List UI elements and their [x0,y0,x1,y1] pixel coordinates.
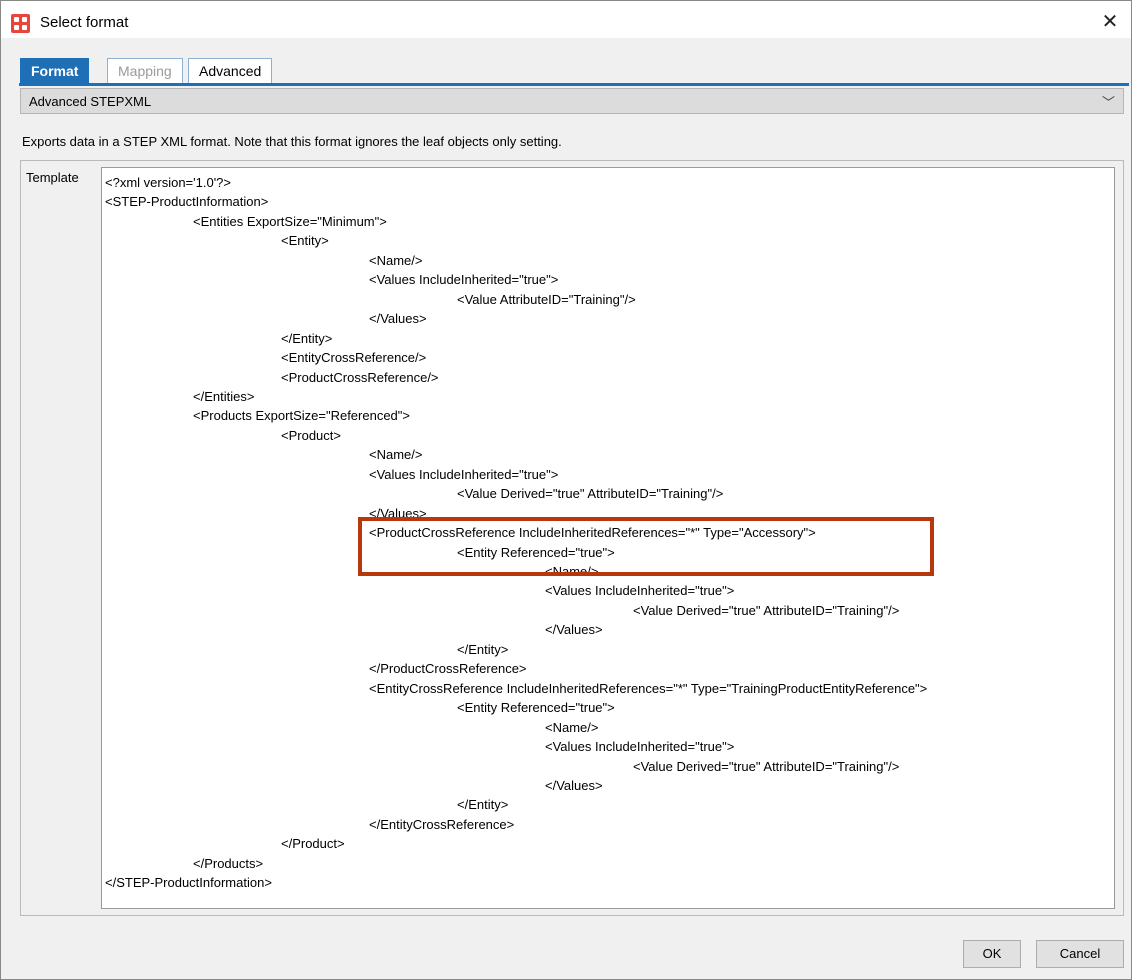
template-line: <Value Derived="true" AttributeID="Train… [633,602,900,618]
app-icon [11,14,30,33]
tab-format[interactable]: Format [20,58,90,83]
template-line: </Values> [545,777,603,793]
title-bar: Select format ✕ [0,0,1132,38]
template-line: <Product> [281,427,341,443]
template-line: <EntityCrossReference/> [281,350,427,366]
template-line: <Name/> [545,564,599,579]
template-line: <Name/> [369,447,423,463]
template-line: <?xml version='1.0'?> [105,175,232,190]
template-line: <Values IncludeInherited="true"> [545,739,735,755]
template-line: </Entities> [193,388,255,404]
template-line: <ProductCrossReference IncludeInheritedR… [369,525,816,541]
template-line: </Values> [545,622,603,638]
close-icon[interactable]: ✕ [1098,10,1122,34]
format-select[interactable]: Advanced STEPXML ﹀ [20,88,1124,114]
template-line: <Products ExportSize="Referenced"> [193,408,410,424]
template-line: <Value Derived="true" AttributeID="Train… [633,758,900,774]
template-line: </ProductCrossReference> [369,661,527,677]
template-line: <Name/> [545,719,599,735]
tab-mapping[interactable]: Mapping [107,58,183,83]
tab-underline [19,83,1129,86]
template-line: <Value Derived="true" AttributeID="Train… [457,486,724,502]
template-line: <Name/> [369,252,423,268]
template-line: <Entity Referenced="true"> [457,544,615,560]
template-line: <Values IncludeInherited="true"> [545,583,735,599]
template-line: <Entity Referenced="true"> [457,700,615,716]
template-line: </Values> [369,311,427,327]
template-line: </Entity> [281,330,333,346]
format-description: Exports data in a STEP XML format. Note … [22,134,562,149]
template-line: </EntityCrossReference> [369,816,515,832]
cancel-button[interactable]: Cancel [1036,940,1124,968]
ok-button[interactable]: OK [963,940,1021,968]
template-editor[interactable]: <?xml version='1.0'?> <STEP-ProductInform… [101,167,1115,909]
window-title: Select format [40,14,129,31]
template-line: </Product> [281,836,345,852]
template-line: </Entity> [457,641,509,657]
template-line: <EntityCrossReference IncludeInheritedRe… [369,680,928,696]
template-line: <Values IncludeInherited="true"> [369,466,559,482]
template-line: <Entity> [281,233,329,249]
format-select-value: Advanced STEPXML [29,94,152,109]
template-line: <STEP-ProductInformation> [105,194,269,210]
template-line: </Entity> [457,797,509,813]
template-line: <Value AttributeID="Training"/> [457,291,636,307]
template-line: </STEP-ProductInformation> [105,875,272,891]
template-line: <ProductCrossReference/> [281,369,439,385]
chevron-down-icon: ﹀ [1101,95,1115,110]
template-line: </Values> [369,505,427,521]
template-line: <Entities ExportSize="Minimum"> [193,213,387,229]
template-line: <Values IncludeInherited="true"> [369,272,559,288]
tab-advanced[interactable]: Advanced [188,58,273,83]
template-label: Template [26,170,79,185]
template-line: </Products> [193,855,264,871]
